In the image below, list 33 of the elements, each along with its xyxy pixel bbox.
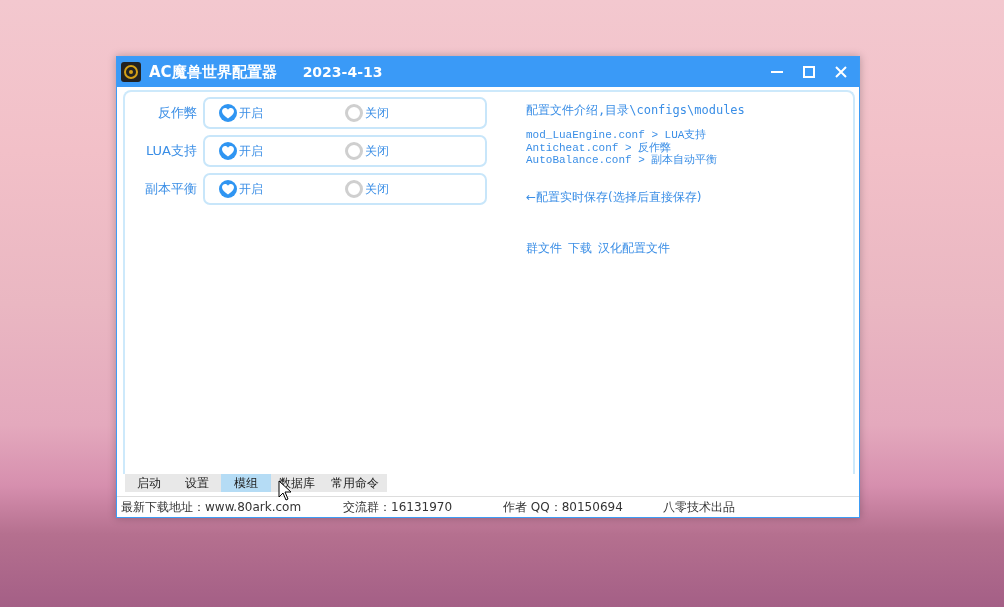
setting-label: 副本平衡 <box>144 180 197 198</box>
radio-option[interactable]: 关闭 <box>345 104 471 122</box>
setting-label: 反作弊 <box>157 104 197 122</box>
config-file-line: mod_LuaEngine.conf > LUA支持 <box>526 129 708 142</box>
link[interactable]: 汉化配置文件 <box>598 239 670 257</box>
setting-label: LUA支持 <box>145 142 197 160</box>
heart-icon <box>222 107 234 119</box>
radio-option[interactable]: 开启 <box>219 142 345 160</box>
save-note: ←配置实时保存(选择后直接保存) <box>526 188 703 206</box>
status-text: 八零技术出品 <box>663 498 736 516</box>
link[interactable]: 群文件 <box>526 239 562 257</box>
app-logo-icon <box>121 62 141 82</box>
maximize-icon <box>803 66 815 78</box>
tab[interactable]: 启动 <box>125 474 173 492</box>
heart-icon <box>222 183 234 195</box>
window-date: 2023-4-13 <box>302 64 383 80</box>
config-file-line: AutoBalance.conf > 副本自动平衡 <box>526 154 719 167</box>
radio-option[interactable]: 关闭 <box>345 180 471 198</box>
close-icon <box>835 66 847 78</box>
info-heading: 配置文件介绍,目录\configs\modules <box>526 102 745 119</box>
status-text: 最新下载地址：www.80ark.com <box>121 498 303 516</box>
status-text: 交流群：16131970 <box>343 498 454 516</box>
radio-option[interactable]: 开启 <box>219 104 345 122</box>
tab[interactable]: 模组 <box>221 474 271 492</box>
config-file-line: Anticheat.conf > 反作弊 <box>526 141 672 154</box>
status-text: 作者 QQ：80150694 <box>503 498 624 516</box>
radio-option[interactable]: 关闭 <box>345 142 471 160</box>
window-title: AC魔兽世界配置器 <box>149 62 277 82</box>
tab[interactable]: 设置 <box>173 474 221 492</box>
tab[interactable]: 常用命令 <box>323 474 387 492</box>
radio-option[interactable]: 开启 <box>219 180 345 198</box>
link[interactable]: 下载 <box>568 239 592 257</box>
heart-icon <box>222 145 234 157</box>
